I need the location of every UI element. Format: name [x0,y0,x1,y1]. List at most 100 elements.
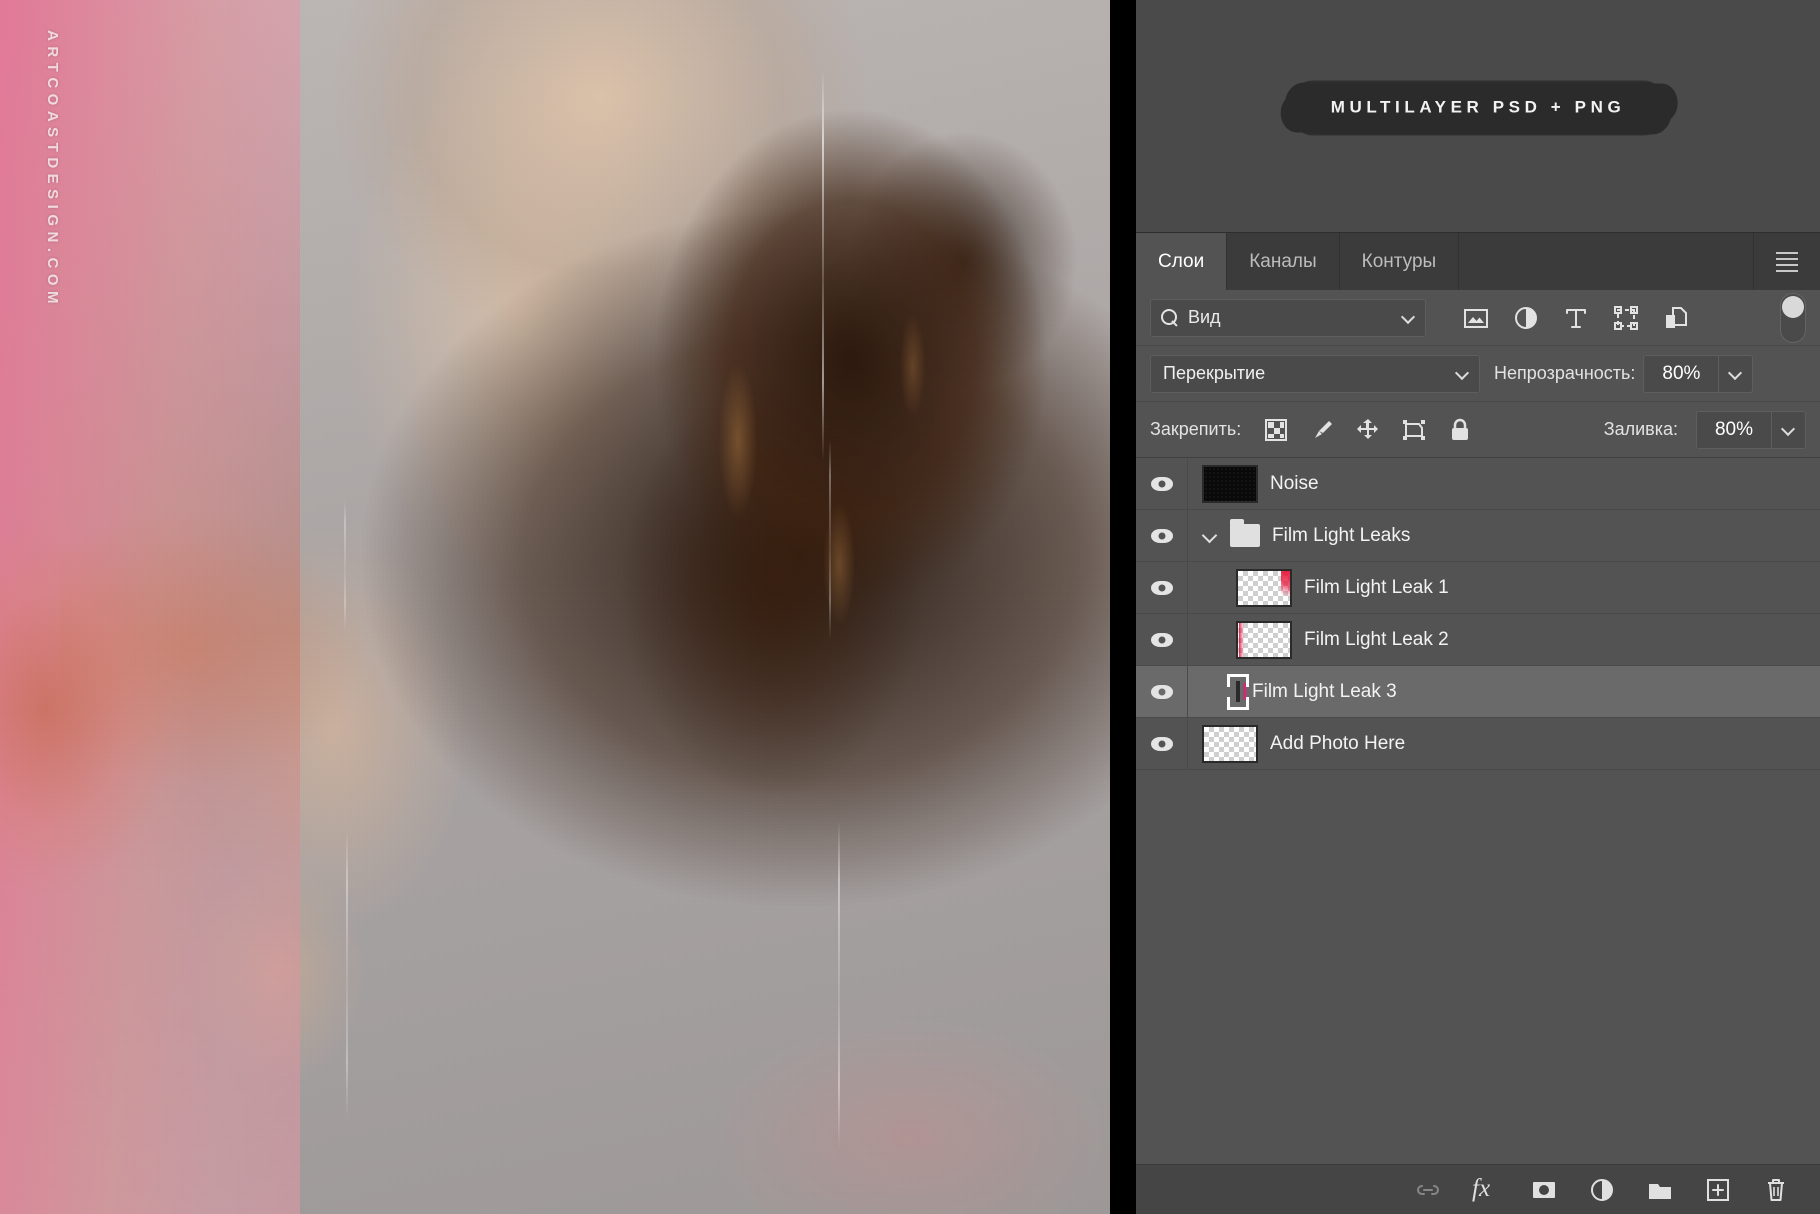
folder-icon[interactable] [1230,519,1260,547]
table-row[interactable]: Film Light Leak 3 [1136,666,1820,718]
lock-icon-group [1263,417,1473,443]
layer-visibility-toggle[interactable] [1136,666,1188,717]
eye-icon [1150,684,1173,699]
layer-content: Film Light Leak 3 [1188,673,1820,710]
search-icon [1161,309,1178,326]
layer-name: Film Light Leak 1 [1304,576,1449,598]
tab-layers[interactable]: Слои [1136,233,1228,290]
selection-bracket [1236,696,1249,710]
tab-bar-filler [1459,233,1754,290]
opacity-field[interactable]: 80% [1643,354,1754,393]
layer-thumbnail[interactable] [1202,464,1258,503]
new-adjustment-layer-icon[interactable] [1588,1176,1616,1204]
layer-name: Film Light Leak 3 [1252,680,1397,702]
photoshop-layers-panel: MULTILAYER PSD + PNG Слои Каналы Контуры [1136,0,1820,1214]
table-row[interactable]: Noise [1136,458,1820,510]
layer-visibility-toggle[interactable] [1136,718,1188,769]
layer-thumbnail[interactable] [1236,620,1292,659]
eye-icon [1150,736,1173,751]
fill-field[interactable]: 80% [1696,410,1806,449]
panel-body: Вид Перекрытие Непрозрачность: 80% Закре… [1136,290,1820,1190]
layer-visibility-toggle[interactable] [1136,614,1188,665]
table-row[interactable]: Add Photo Here [1136,718,1820,770]
table-row[interactable]: Film Light Leak 1 [1136,562,1820,614]
layer-visibility-toggle[interactable] [1136,562,1188,613]
blend-opacity-row: Перекрытие Непрозрачность: 80% [1136,346,1820,402]
smart-object-filter-icon[interactable] [1662,304,1690,332]
add-layer-mask-icon[interactable] [1530,1176,1558,1204]
eye-icon [1150,580,1173,595]
toggle-knob [1782,295,1804,318]
layer-content: Film Light Leak 1 [1188,568,1820,607]
lock-position-icon[interactable] [1355,417,1381,443]
lock-transparency-icon[interactable] [1263,417,1289,443]
layer-content: Film Light Leak 2 [1188,620,1820,659]
layer-filter-row: Вид [1136,290,1820,346]
chevron-down-icon[interactable] [1202,528,1218,544]
layer-content: Noise [1188,464,1820,503]
blend-mode-value: Перекрытие [1163,363,1266,383]
lock-all-icon[interactable] [1447,417,1473,443]
shape-layer-filter-icon[interactable] [1612,304,1640,332]
filter-enable-toggle[interactable] [1780,292,1806,343]
pixel-layer-filter-icon[interactable] [1462,304,1490,332]
filter-icon-group [1462,304,1690,332]
layer-content: Film Light Leaks [1188,519,1820,547]
layer-list-empty-area[interactable] [1136,770,1820,1190]
type-layer-filter-icon[interactable] [1562,304,1590,332]
filter-type-value: Вид [1188,307,1221,327]
lock-artboard-nesting-icon[interactable] [1401,417,1427,443]
hamburger-menu-icon[interactable] [1754,233,1820,290]
tab-channels[interactable]: Каналы [1227,233,1340,290]
panel-tab-bar: Слои Каналы Контуры [1136,232,1820,290]
chevron-down-icon [1402,311,1415,324]
opacity-value: 80% [1662,362,1701,384]
new-layer-icon[interactable] [1704,1176,1732,1204]
layer-visibility-toggle[interactable] [1136,510,1188,561]
lock-image-pixels-icon[interactable] [1309,417,1335,443]
opacity-dropdown-button[interactable] [1718,355,1752,392]
selected-thumbnail-wrapper [1227,673,1249,710]
table-row[interactable]: Film Light Leak 2 [1136,614,1820,666]
tab-channels-label: Каналы [1249,250,1317,272]
tab-paths-label: Контуры [1361,250,1437,272]
layer-thumbnail[interactable] [1202,724,1258,763]
selection-bracket [1236,673,1249,687]
layer-name: Add Photo Here [1270,732,1406,754]
fill-label: Заливка: [1603,419,1678,439]
lock-label: Закрепить: [1150,419,1242,439]
table-row[interactable]: Film Light Leaks [1136,510,1820,562]
layers-panel-toolbar: fx [1136,1164,1820,1214]
layer-content: Add Photo Here [1188,724,1820,763]
eye-icon [1150,528,1173,543]
eye-icon [1150,476,1173,491]
layer-name: Noise [1270,472,1319,494]
fill-value: 80% [1714,418,1754,440]
layer-thumbnail[interactable] [1236,568,1292,607]
adjustment-layer-filter-icon[interactable] [1512,304,1540,332]
layer-name: Film Light Leaks [1272,524,1411,546]
layer-visibility-toggle[interactable] [1136,458,1188,509]
blend-mode-select[interactable]: Перекрытие [1150,354,1480,393]
layer-list: Noise Film Light Leaks Film Light Leak 1… [1136,458,1820,1190]
watermark-text: ARTCOASTDESIGN.COM [44,30,61,309]
promo-badge-area: MULTILAYER PSD + PNG [1136,0,1820,232]
thumbnail-leak-mark [1239,622,1244,657]
layer-name: Film Light Leak 2 [1304,628,1449,650]
new-group-icon[interactable] [1646,1176,1674,1204]
opacity-label: Непрозрачность: [1494,363,1636,383]
chevron-down-icon [1456,367,1469,380]
filter-type-select[interactable]: Вид [1150,298,1426,337]
delete-layer-icon[interactable] [1762,1176,1790,1204]
app-window: ARTCOASTDESIGN.COM MULTILAYER PSD + PNG … [0,0,1820,1214]
photo-preview: ARTCOASTDESIGN.COM [0,0,1110,1214]
chevron-down-icon [1729,367,1742,380]
link-layers-icon[interactable] [1414,1176,1442,1204]
fill-dropdown-button[interactable] [1771,411,1805,448]
chevron-down-icon [1782,423,1795,436]
promo-badge: MULTILAYER PSD + PNG [1290,82,1666,134]
tab-paths[interactable]: Контуры [1339,233,1460,290]
panel-divider [1110,0,1136,1214]
layer-style-fx-icon[interactable]: fx [1472,1176,1500,1204]
lock-fill-row: Закрепить: Заливка: 80% [1136,402,1820,458]
